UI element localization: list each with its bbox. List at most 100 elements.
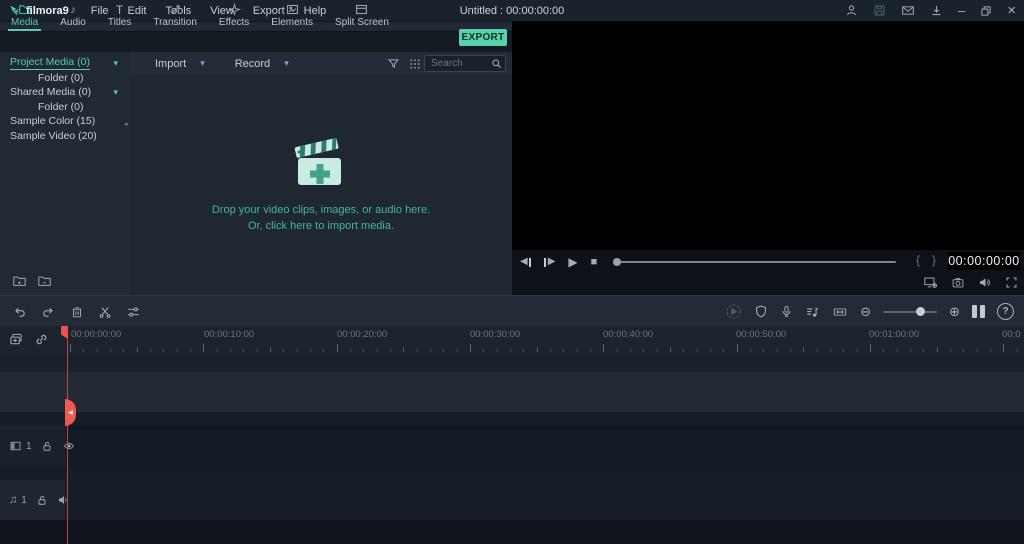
ruler-tick [683, 349, 685, 352]
lock-track-icon[interactable] [36, 494, 48, 507]
sidebar-item-folder-1[interactable]: Folder (0) [0, 71, 130, 86]
ruler-tick [70, 344, 71, 352]
save-icon[interactable] [873, 4, 886, 17]
feedback-mail-icon[interactable] [901, 4, 915, 17]
tab-split-screen[interactable]: Split Screen [324, 0, 400, 31]
transition-arrows-icon [169, 3, 182, 16]
tab-effects[interactable]: Effects [208, 0, 260, 31]
zoom-slider-handle[interactable] [916, 307, 926, 316]
record-voiceover-mic-icon[interactable] [780, 304, 793, 319]
filmora-window: Untitled : 00:00:00:00 filmora9 File Edi… [0, 0, 1024, 544]
search-icon[interactable] [491, 58, 502, 69]
snapshot-camera-icon[interactable] [951, 276, 965, 289]
ruler-tick [349, 349, 351, 352]
hide-track-eye-icon[interactable] [62, 440, 76, 452]
audio-track-header-icons: ♫ 1 [0, 492, 74, 508]
delete-folder-icon[interactable] [37, 274, 52, 288]
redo-icon[interactable] [41, 305, 56, 319]
search-input[interactable] [425, 56, 491, 71]
scrubber-handle[interactable] [613, 258, 621, 266]
zoom-out-icon[interactable]: ⊖ [860, 305, 871, 318]
restore-button[interactable] [980, 5, 992, 17]
ruler-tick [936, 347, 938, 352]
zoom-to-fit-icon[interactable] [832, 305, 848, 319]
help-icon[interactable]: ? [997, 303, 1014, 320]
video-track-lane[interactable] [0, 425, 1024, 466]
mark-in-icon[interactable]: { [916, 253, 920, 267]
ruler-tick [229, 349, 231, 352]
playhead-line[interactable] [67, 326, 68, 544]
mark-out-icon[interactable]: } [932, 253, 936, 267]
timeline-ruler[interactable]: 00:00:00:00 00:00:10:00 00:00:20:00 00:0… [0, 326, 1024, 356]
timeline-toolbar: ⊖ ⊕ ? [0, 295, 1024, 328]
stop-button[interactable]: ■ [591, 256, 598, 268]
advanced-settings-icon[interactable] [126, 305, 141, 319]
ruler-tick [856, 349, 858, 352]
sidebar-item-project-media[interactable]: Project Media (0) ▾ [0, 56, 130, 71]
split-scissors-icon[interactable] [98, 305, 112, 319]
collapse-panel-arrow-icon[interactable]: ◂ [124, 120, 128, 128]
ruler-tick [629, 349, 631, 352]
ruler-tick [656, 349, 658, 352]
timeline-gap [0, 466, 1024, 480]
grid-view-icon[interactable] [409, 58, 421, 70]
lock-track-icon[interactable] [41, 440, 53, 453]
export-button[interactable]: EXPORT [459, 29, 507, 46]
media-toolbar: Import ▾ Record ▾ [130, 52, 512, 76]
previous-frame-button[interactable]: ◀ [520, 257, 532, 267]
chevron-down-icon[interactable]: ▾ [113, 58, 118, 69]
chevron-down-icon[interactable]: ▾ [113, 87, 118, 98]
upper-track-lane[interactable] [0, 372, 1024, 412]
timeline-bottom [0, 520, 1024, 544]
play-button[interactable]: ▶ [568, 256, 577, 268]
video-track-header-icons: 1 [0, 438, 74, 454]
tab-elements[interactable]: Elements [260, 0, 324, 31]
audio-track-lane[interactable] [0, 480, 1024, 520]
sidebar-item-shared-media[interactable]: Shared Media (0) ▾ [0, 85, 130, 100]
preview-scrubber[interactable] [613, 258, 896, 266]
ruler-tick [829, 349, 831, 352]
record-dropdown[interactable]: Record [235, 58, 270, 70]
undo-icon[interactable] [12, 305, 27, 319]
action-cam-shield-icon[interactable] [754, 304, 768, 319]
volume-icon[interactable] [978, 276, 992, 289]
delete-trash-icon[interactable] [70, 305, 84, 319]
account-icon[interactable] [845, 4, 858, 17]
dropzone-text-line1: Drop your video clips, images, or audio … [211, 204, 431, 216]
ruler-tick [896, 349, 898, 352]
filter-icon[interactable] [387, 57, 400, 70]
sidebar-item-folder-2[interactable]: Folder (0) [0, 100, 130, 115]
close-button[interactable]: × [1007, 3, 1016, 18]
preview-video-area[interactable] [512, 21, 1024, 250]
sidebar-item-sample-color[interactable]: Sample Color (15) [0, 114, 130, 129]
minimize-button[interactable]: – [958, 4, 965, 17]
ruler-tick [189, 349, 191, 352]
chevron-down-icon[interactable]: ▾ [284, 58, 289, 69]
timeline-zoom-slider[interactable] [883, 307, 938, 316]
track-manager-icon[interactable] [972, 305, 985, 318]
audio-mixer-icon[interactable] [805, 305, 820, 319]
next-frame-button[interactable]: ▶ [544, 257, 555, 267]
video-track-number: 1 [26, 440, 32, 452]
media-drop-zone[interactable]: Drop your video clips, images, or audio … [130, 75, 512, 295]
import-dropdown[interactable]: Import [155, 58, 186, 70]
tab-titles[interactable]: T Titles [97, 0, 143, 31]
sidebar-folder-actions [12, 274, 52, 288]
chevron-down-icon[interactable]: ▾ [200, 58, 205, 69]
ruler-label: 00:00:50:00 [736, 329, 787, 340]
sidebar-item-sample-video[interactable]: Sample Video (20) [0, 129, 130, 144]
render-preview-icon[interactable] [725, 303, 742, 320]
fullscreen-icon[interactable] [1005, 276, 1018, 289]
display-settings-icon[interactable] [923, 275, 938, 289]
ruler-tick [776, 349, 778, 352]
ruler-label: 00:0 [1002, 329, 1021, 340]
timeline-panel: 00:00:00:00 00:00:10:00 00:00:20:00 00:0… [0, 326, 1024, 544]
update-download-icon[interactable] [930, 4, 943, 17]
tab-audio[interactable]: ♪ Audio [49, 0, 97, 31]
tab-media[interactable]: Media [0, 0, 49, 31]
ruler-tick [989, 349, 991, 352]
tab-transition[interactable]: Transition [142, 0, 208, 31]
zoom-in-icon[interactable]: ⊕ [949, 305, 960, 318]
ruler-tick [163, 349, 165, 352]
new-folder-icon[interactable] [12, 274, 27, 288]
